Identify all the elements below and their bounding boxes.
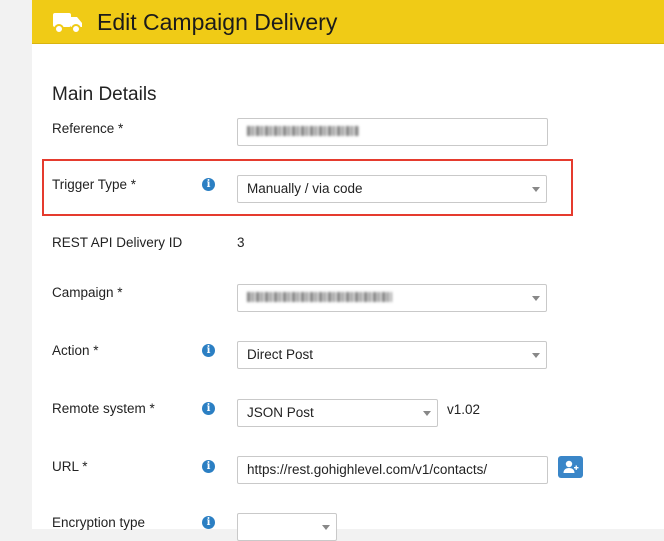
page-title: Edit Campaign Delivery — [97, 9, 338, 35]
rest-api-id-value: 3 — [237, 235, 245, 250]
reference-label: Reference * — [52, 121, 124, 136]
url-label: URL * — [52, 459, 88, 474]
trigger-type-info-icon[interactable]: i — [202, 178, 215, 191]
trigger-type-value: Manually / via code — [247, 181, 363, 196]
rest-api-id-label: REST API Delivery ID — [52, 235, 183, 250]
redacted-text — [247, 126, 359, 137]
encryption-type-select[interactable] — [237, 513, 337, 541]
campaign-select[interactable] — [237, 284, 547, 312]
url-info-icon[interactable]: i — [202, 460, 215, 473]
chevron-down-icon — [532, 353, 540, 358]
campaign-label: Campaign * — [52, 285, 123, 300]
url-value: https://rest.gohighlevel.com/v1/contacts… — [247, 462, 488, 477]
encryption-type-label: Encryption type — [52, 515, 146, 530]
form-panel — [32, 0, 664, 529]
action-info-icon[interactable]: i — [202, 344, 215, 357]
trigger-type-label: Trigger Type * — [52, 177, 137, 192]
reference-input[interactable] — [237, 118, 548, 146]
remote-system-value: JSON Post — [247, 405, 314, 420]
truck-icon — [53, 13, 82, 34]
chevron-down-icon — [532, 296, 540, 301]
chevron-down-icon — [532, 187, 540, 192]
encryption-type-info-icon[interactable]: i — [202, 516, 215, 529]
chevron-down-icon — [322, 525, 330, 530]
trigger-type-select[interactable]: Manually / via code — [237, 175, 547, 203]
url-input[interactable]: https://rest.gohighlevel.com/v1/contacts… — [237, 456, 548, 484]
redacted-text — [247, 292, 392, 303]
chevron-down-icon — [423, 411, 431, 416]
remote-system-info-icon[interactable]: i — [202, 402, 215, 415]
user-add-icon — [563, 460, 579, 473]
page-header: Edit Campaign Delivery — [32, 0, 664, 44]
action-select[interactable]: Direct Post — [237, 341, 547, 369]
remote-system-version: v1.02 — [447, 402, 481, 417]
remote-system-select[interactable]: JSON Post — [237, 399, 438, 427]
action-value: Direct Post — [247, 347, 314, 362]
remote-system-label: Remote system * — [52, 401, 155, 416]
contact-lookup-button[interactable] — [558, 456, 583, 478]
section-title: Main Details — [52, 84, 157, 105]
action-label: Action * — [52, 343, 99, 358]
